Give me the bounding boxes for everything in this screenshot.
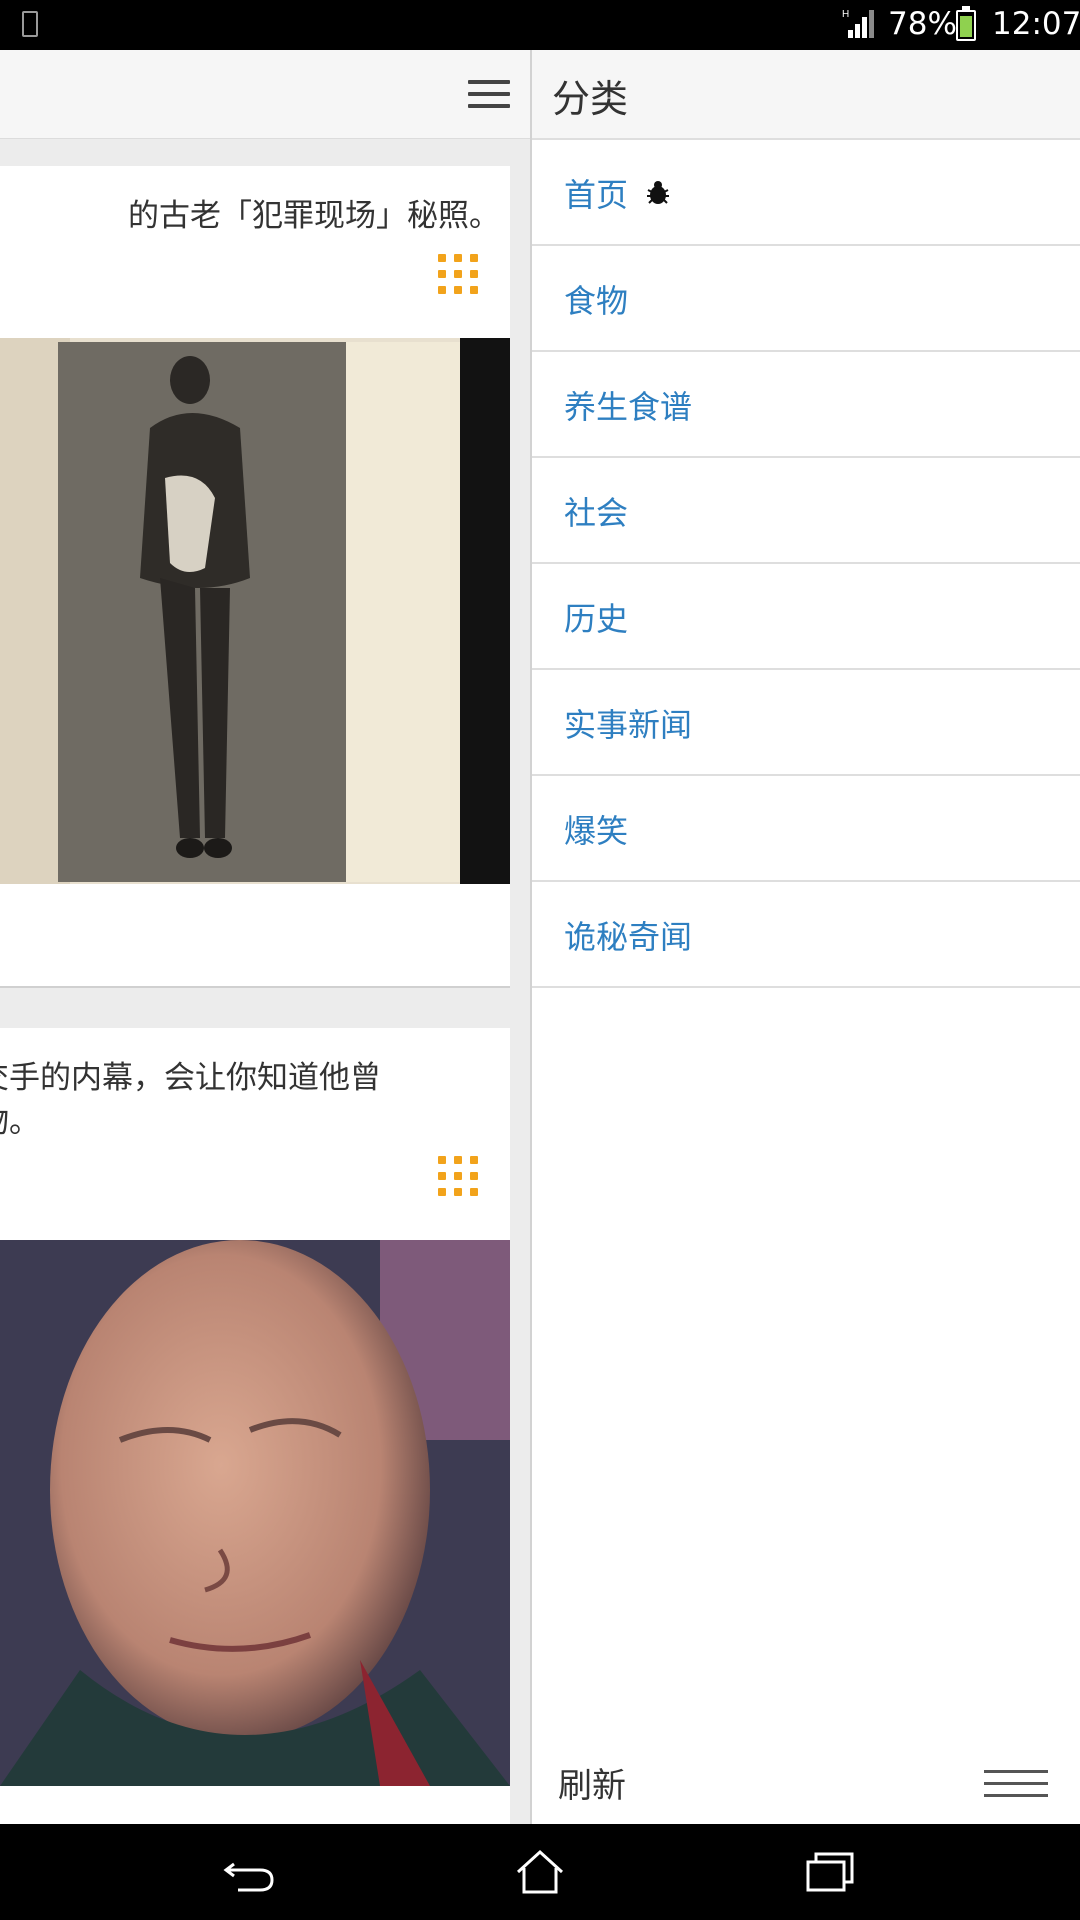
hamburger-menu-icon[interactable] <box>984 1770 1048 1800</box>
battery-icon <box>956 6 976 41</box>
battery-fill <box>960 15 972 37</box>
battery-percent: 78% <box>888 6 957 42</box>
article-snippet[interactable]: 交手的内幕，会让你知道他曾 物。 <box>0 1056 448 1144</box>
feed-toolbar <box>0 50 530 139</box>
grid-dots-icon[interactable] <box>438 254 478 294</box>
grid-dots-icon[interactable] <box>438 1156 478 1196</box>
recents-icon[interactable] <box>800 1848 860 1896</box>
status-bar: H 78% 12:07 <box>0 0 1080 50</box>
back-icon[interactable] <box>220 1848 280 1896</box>
drawer-item-health-recipes[interactable]: 养生食谱 <box>532 352 1080 458</box>
drawer-item-label: 养生食谱 <box>564 388 693 426</box>
article-photo[interactable] <box>0 1240 510 1786</box>
bug-icon <box>647 181 669 204</box>
article-photo[interactable] <box>0 338 510 884</box>
article-feed[interactable]: 的古老「犯罪现场」秘照。 交手的内幕，会让你知道他曾 物。 <box>0 50 530 1824</box>
signal-strength-icon: H <box>842 9 874 38</box>
drawer-item-label: 食物 <box>564 282 629 320</box>
status-clock: 12:07 <box>992 6 1080 42</box>
drawer-header: 分类 <box>532 50 1080 140</box>
drawer-item-food[interactable]: 食物 <box>532 246 1080 352</box>
category-drawer: 分类 首页 食物 养生食谱 社会 历史 实事新闻 爆笑 诡秘奇闻 刷新 <box>530 50 1080 1824</box>
article-snippet[interactable]: 的古老「犯罪现场」秘照。 <box>0 194 500 238</box>
drawer-item-news[interactable]: 实事新闻 <box>532 670 1080 776</box>
drawer-item-history[interactable]: 历史 <box>532 564 1080 670</box>
drawer-item-funny[interactable]: 爆笑 <box>532 776 1080 882</box>
drawer-item-label: 历史 <box>564 600 629 638</box>
drawer-item-label: 诡秘奇闻 <box>564 918 693 956</box>
refresh-button[interactable]: 刷新 <box>558 1758 626 1807</box>
drawer-item-mystery[interactable]: 诡秘奇闻 <box>532 882 1080 988</box>
article-card[interactable]: 交手的内幕，会让你知道他曾 物。 <box>0 1028 510 1824</box>
hamburger-menu-icon[interactable] <box>468 80 510 110</box>
drawer-footer: 刷新 <box>532 1750 1080 1824</box>
network-type-label: H <box>842 9 849 20</box>
drawer-item-label: 实事新闻 <box>564 706 693 744</box>
drawer-item-label: 首页 <box>564 176 629 214</box>
drawer-title: 分类 <box>552 77 629 121</box>
drawer-item-society[interactable]: 社会 <box>532 458 1080 564</box>
system-nav-bar <box>0 1824 1080 1920</box>
drawer-item-label: 爆笑 <box>564 812 629 850</box>
drawer-item-home[interactable]: 首页 <box>532 140 1080 246</box>
drawer-item-label: 社会 <box>564 494 629 532</box>
phone-notification-icon <box>22 11 38 37</box>
article-card[interactable]: 的古老「犯罪现场」秘照。 <box>0 166 510 988</box>
home-icon[interactable] <box>510 1848 570 1896</box>
